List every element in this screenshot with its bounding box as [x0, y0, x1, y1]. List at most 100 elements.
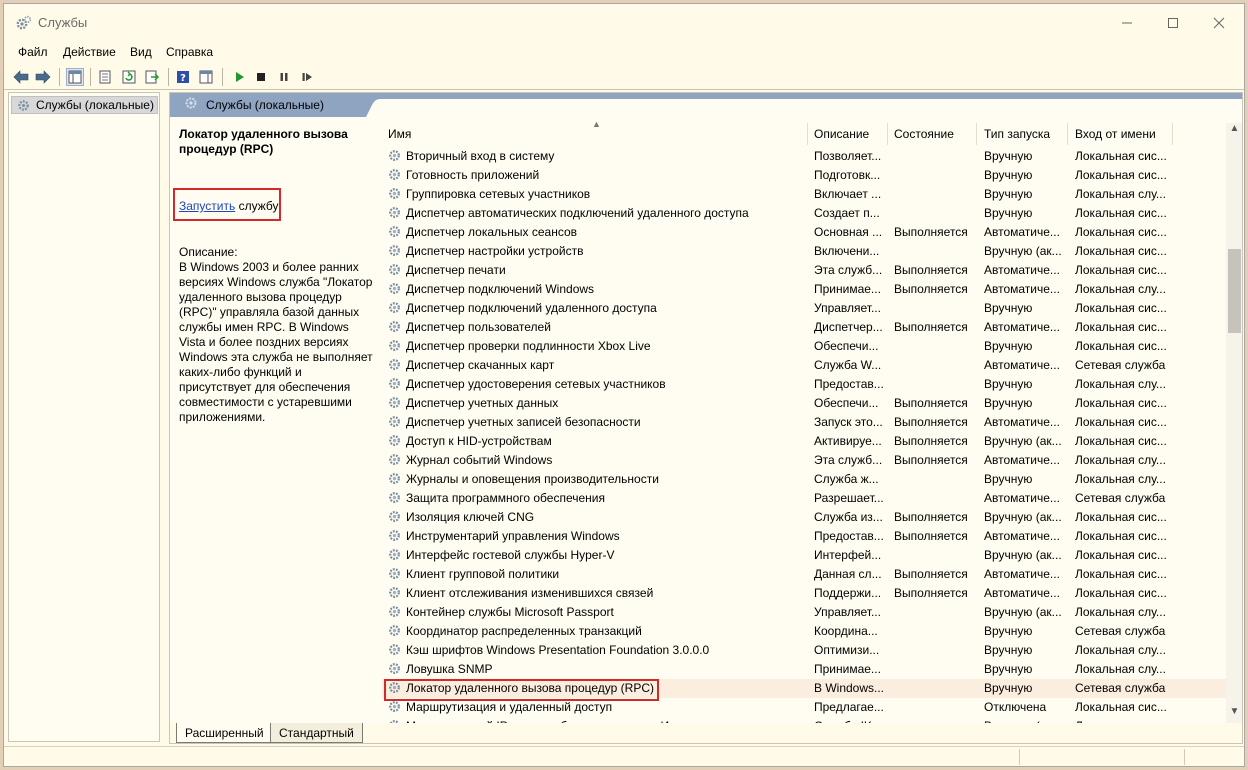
tab-standard[interactable]: Стандартный	[270, 723, 363, 743]
menu-action[interactable]: Действие	[63, 45, 116, 59]
service-gear-icon	[389, 644, 400, 655]
menu-help[interactable]: Справка	[166, 45, 213, 59]
service-name: Диспетчер подключений Windows	[406, 282, 595, 296]
menu-view[interactable]: Вид	[130, 45, 152, 59]
refresh-button[interactable]	[120, 68, 138, 86]
service-logon: Локальная сис...	[1075, 415, 1167, 429]
table-row[interactable]: Доступ к HID-устройствам Активируе... Выпо…	[382, 432, 1230, 451]
maximize-button[interactable]	[1150, 4, 1196, 42]
service-description: Обеспечи...	[814, 396, 879, 410]
action-pane-button[interactable]	[197, 68, 215, 86]
minimize-button[interactable]	[1104, 4, 1150, 42]
column-separator[interactable]	[976, 123, 977, 145]
service-gear-icon	[389, 283, 400, 294]
pause-service-button[interactable]	[275, 68, 293, 86]
scroll-thumb[interactable]	[1228, 249, 1241, 333]
table-row[interactable]: Диспетчер автоматических подключений уда…	[382, 204, 1230, 223]
table-row[interactable]: Диспетчер настройки устройств Включени...…	[382, 242, 1230, 261]
service-logon: Локальная сис...	[1075, 320, 1167, 334]
service-startup-type: Автоматиче...	[984, 529, 1060, 543]
stop-service-button[interactable]	[252, 68, 270, 86]
services-window: Службы Файл Действие Вид Справка ? Служб…	[3, 3, 1245, 767]
column-header-logon[interactable]: Вход от имени	[1075, 127, 1156, 141]
service-logon: Локальная сис...	[1075, 339, 1167, 353]
table-row[interactable]: Маршрутизация и удаленный доступ Предлага…	[382, 698, 1230, 717]
service-name: Диспетчер печати	[406, 263, 506, 277]
table-row[interactable]: Диспетчер подключений Windows Принимае...…	[382, 280, 1230, 299]
back-button[interactable]	[12, 68, 30, 86]
table-row[interactable]: Диспетчер скачанных карт Служба W... Автом…	[382, 356, 1230, 375]
table-row[interactable]: Координатор распределенных транзакций Коо…	[382, 622, 1230, 641]
start-service-button[interactable]	[230, 68, 248, 86]
column-separator[interactable]	[887, 123, 888, 145]
service-gear-icon	[389, 454, 400, 465]
close-button[interactable]	[1196, 4, 1242, 42]
column-header-startup-type[interactable]: Тип запуска	[984, 127, 1050, 141]
service-logon: Локальная сис...	[1075, 510, 1167, 524]
table-row[interactable]: Диспетчер подключений удаленного доступа…	[382, 299, 1230, 318]
table-row[interactable]: Ловушка SNMP Принимае... Вручную Локальная …	[382, 660, 1230, 679]
column-separator[interactable]	[807, 123, 808, 145]
export-icon	[145, 70, 159, 84]
column-header-name[interactable]: Имя	[388, 127, 411, 141]
table-row[interactable]: Диспетчер удостоверения сетевых участник…	[382, 375, 1230, 394]
show-hide-console-tree-button[interactable]	[66, 68, 84, 86]
table-row[interactable]: Вторичный вход в систему Позволяет... Вруч…	[382, 147, 1230, 166]
table-row[interactable]: Кэш шрифтов Windows Presentation Foundat…	[382, 641, 1230, 660]
start-service-link[interactable]: Запустить	[179, 199, 235, 213]
toolbar: ?	[4, 64, 1244, 90]
table-row[interactable]: Диспетчер учетных записей безопасности За…	[382, 413, 1230, 432]
help-button[interactable]: ?	[174, 68, 192, 86]
tree-item-services-local[interactable]: Службы (локальные)	[11, 96, 158, 114]
table-row[interactable]: Контейнер службы Microsoft Passport Управ…	[382, 603, 1230, 622]
service-startup-type: Вручную (ак...	[984, 510, 1062, 524]
forward-button[interactable]	[34, 68, 52, 86]
table-row[interactable]: Изоляция ключей CNG Служба из... Выполняет…	[382, 508, 1230, 527]
export-list-button[interactable]	[143, 68, 161, 86]
table-row[interactable]: Диспетчер печати Эта служб... Выполняется А…	[382, 261, 1230, 280]
table-row[interactable]: Диспетчер учетных данных Обеспечи... Выпол…	[382, 394, 1230, 413]
service-logon: Локальная слу...	[1075, 187, 1166, 201]
service-startup-type: Автоматиче...	[984, 225, 1060, 239]
table-row[interactable]: Клиент отслеживания изменившихся связей П…	[382, 584, 1230, 603]
column-header-description[interactable]: Описание	[814, 127, 869, 141]
table-row[interactable]: Диспетчер проверки подлинности Xbox Live…	[382, 337, 1230, 356]
service-startup-type: Вручную	[984, 301, 1033, 315]
scroll-up-arrow-icon[interactable]: ▲	[1226, 123, 1242, 140]
service-name: Диспетчер пользователей	[406, 320, 551, 334]
service-logon: Локальная сис...	[1075, 529, 1167, 543]
table-row[interactable]: Журналы и оповещения производительности С…	[382, 470, 1230, 489]
service-startup-type: Автоматиче...	[984, 453, 1060, 467]
service-state: Выполняется	[894, 263, 968, 277]
table-row[interactable]: Инструментарий управления Windows Предост…	[382, 527, 1230, 546]
properties-button[interactable]	[96, 68, 114, 86]
service-state: Выполняется	[894, 510, 968, 524]
table-row[interactable]: Диспетчер локальных сеансов Основная ... В…	[382, 223, 1230, 242]
service-description: Основная ...	[814, 225, 883, 239]
tab-standard-label: Стандартный	[279, 726, 354, 740]
service-state: Выполняется	[894, 320, 968, 334]
scroll-down-arrow-icon[interactable]: ▼	[1226, 706, 1242, 723]
tab-extended[interactable]: Расширенный	[176, 723, 273, 743]
service-startup-type: Вручную	[984, 206, 1033, 220]
service-startup-type: Автоматиче...	[984, 491, 1060, 505]
resume-icon	[302, 73, 312, 81]
table-row[interactable]: Клиент групповой политики Данная сл... Вып…	[382, 565, 1230, 584]
menu-file[interactable]: Файл	[18, 45, 48, 59]
table-row[interactable]: Локатор удаленного вызова процедур (RPC)…	[382, 679, 1230, 701]
table-row[interactable]: Готовность приложений Подготовк... Вручную…	[382, 166, 1230, 185]
service-startup-type: Вручную	[984, 187, 1033, 201]
stop-icon	[257, 73, 265, 81]
table-row[interactable]: Интерфейс гостевой службы Hyper-V Интерфе…	[382, 546, 1230, 565]
column-header-state[interactable]: Состояние	[894, 127, 954, 141]
service-name: Изоляция ключей CNG	[406, 510, 535, 524]
table-row[interactable]: Диспетчер пользователей Диспетчер... Выпол…	[382, 318, 1230, 337]
column-separator[interactable]	[1067, 123, 1068, 145]
table-row[interactable]: Защита программного обеспечения Разрешает…	[382, 489, 1230, 508]
table-row[interactable]: Журнал событий Windows Эта служб... Выполн…	[382, 451, 1230, 470]
vertical-scrollbar[interactable]: ▲ ▼	[1226, 123, 1242, 723]
table-row[interactable]: Группировка сетевых участников Включает .…	[382, 185, 1230, 204]
resume-service-button[interactable]	[298, 68, 316, 86]
maximize-icon	[1168, 18, 1178, 28]
column-separator[interactable]	[1172, 123, 1173, 145]
